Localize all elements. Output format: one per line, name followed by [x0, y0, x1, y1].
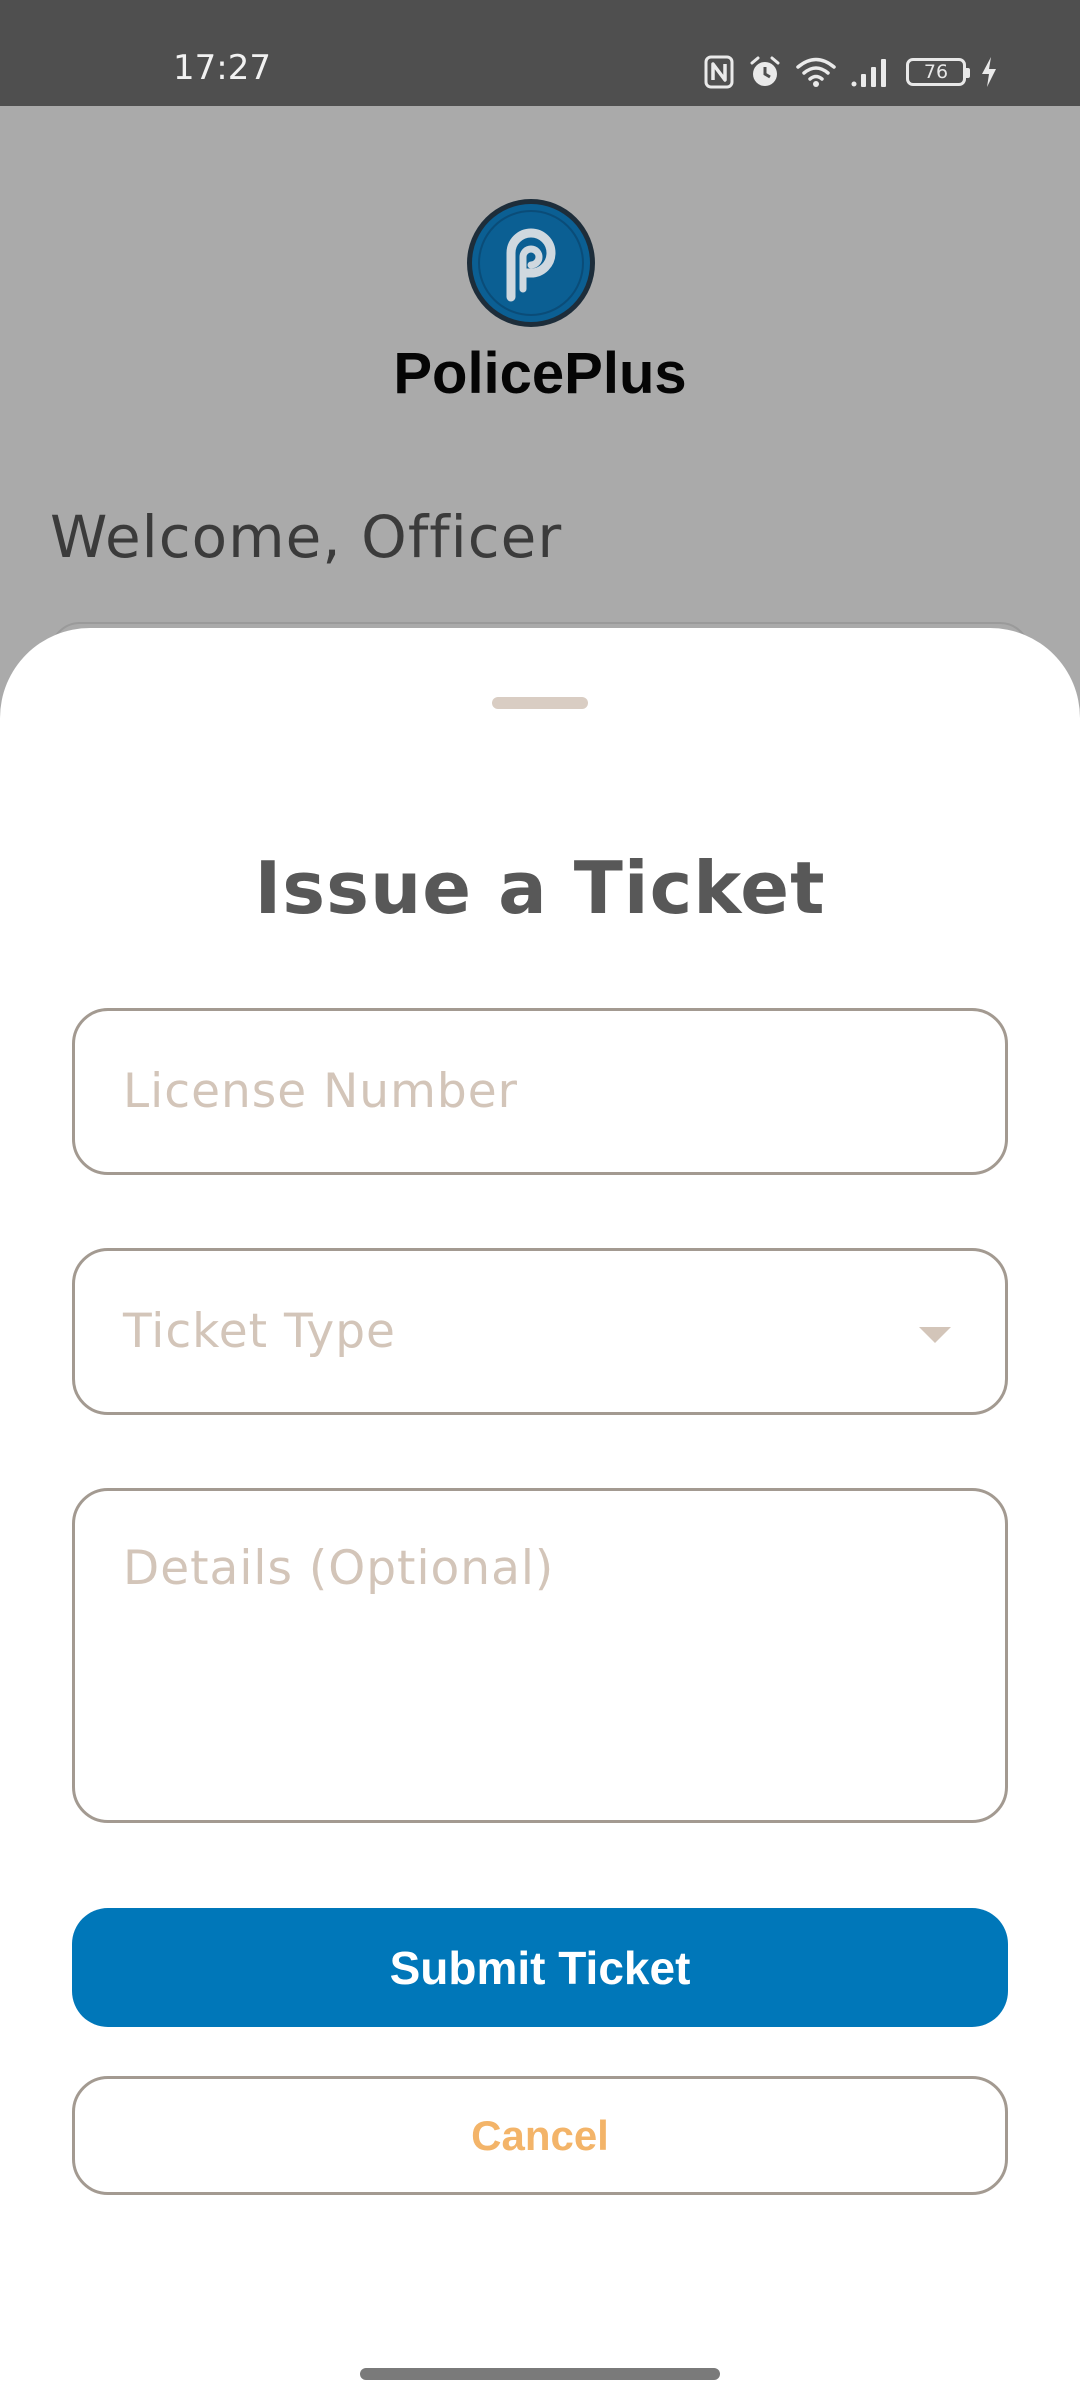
alarm-icon — [748, 55, 782, 89]
signal-icon — [850, 56, 892, 88]
nfc-icon — [704, 55, 734, 89]
app-name: PolicePlus — [393, 341, 687, 406]
ticket-type-placeholder: Ticket Type — [123, 1304, 396, 1359]
details-field — [72, 1488, 1008, 1823]
details-input[interactable] — [75, 1491, 1005, 1820]
status-time: 17:27 — [173, 48, 271, 88]
wifi-icon — [796, 56, 836, 88]
issue-ticket-sheet: Issue a Ticket Ticket Type Submit Ticket… — [0, 628, 1080, 2400]
dropdown-arrow-icon — [919, 1327, 951, 1343]
home-indicator[interactable] — [360, 2368, 720, 2380]
cancel-button[interactable]: Cancel — [72, 2076, 1008, 2195]
policeplus-logo-icon — [465, 197, 597, 329]
screen: 17:27 76 PolicePlus Welcome, Officer Iss… — [0, 0, 1080, 2400]
status-icons: 76 — [704, 52, 998, 92]
welcome-text: Welcome, Officer — [50, 503, 563, 571]
drag-handle[interactable] — [492, 697, 588, 709]
sheet-title: Issue a Ticket — [254, 846, 826, 930]
charging-icon — [980, 56, 998, 88]
license-number-input[interactable] — [75, 1011, 1005, 1172]
submit-ticket-button[interactable]: Submit Ticket — [72, 1908, 1008, 2027]
status-bar: 17:27 76 — [0, 0, 1080, 106]
battery-icon: 76 — [906, 58, 970, 86]
ticket-type-select[interactable]: Ticket Type — [72, 1248, 1008, 1415]
license-number-field — [72, 1008, 1008, 1175]
